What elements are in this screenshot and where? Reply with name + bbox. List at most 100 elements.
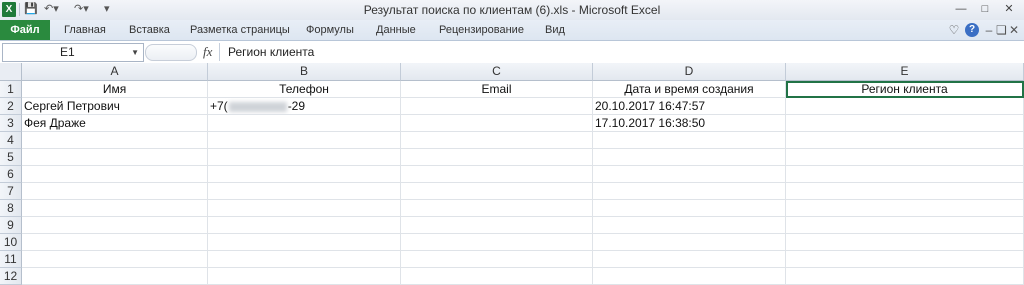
empty-cell[interactable] xyxy=(593,166,786,183)
cell-d1[interactable]: Дата и время создания xyxy=(593,81,786,98)
column-header-b[interactable]: B xyxy=(208,63,401,81)
empty-cell[interactable] xyxy=(208,183,401,200)
empty-cell[interactable] xyxy=(401,166,593,183)
empty-cell[interactable] xyxy=(22,149,208,166)
cell-e3[interactable] xyxy=(786,115,1024,132)
formula-input[interactable]: Регион клиента xyxy=(228,45,314,59)
row-header-4[interactable]: 4 xyxy=(0,132,22,149)
tab-view[interactable]: Вид xyxy=(545,20,565,40)
empty-cell[interactable] xyxy=(593,217,786,234)
empty-cell[interactable] xyxy=(401,217,593,234)
row-header-10[interactable]: 10 xyxy=(0,234,22,251)
empty-cell[interactable] xyxy=(22,166,208,183)
window-restore-icon[interactable]: ❏ xyxy=(996,22,1007,38)
help-icon[interactable]: ? xyxy=(965,23,979,37)
empty-cell[interactable] xyxy=(208,251,401,268)
column-header-e[interactable]: E xyxy=(786,63,1024,81)
row-header-7[interactable]: 7 xyxy=(0,183,22,200)
cell-c1[interactable]: Email xyxy=(401,81,593,98)
empty-cell[interactable] xyxy=(593,183,786,200)
empty-cell[interactable] xyxy=(786,234,1024,251)
empty-cell[interactable] xyxy=(208,268,401,285)
row-header-11[interactable]: 11 xyxy=(0,251,22,268)
column-header-a[interactable]: A xyxy=(22,63,208,81)
chevron-down-icon[interactable]: ▼ xyxy=(131,44,139,61)
cell-b3[interactable] xyxy=(208,115,401,132)
empty-cell[interactable] xyxy=(786,132,1024,149)
insert-function-icon[interactable]: fx xyxy=(203,44,212,60)
close-icon[interactable]: ✕ xyxy=(998,0,1020,18)
cell-a2[interactable]: Сергей Петрович xyxy=(22,98,208,115)
cell-e2[interactable] xyxy=(786,98,1024,115)
ribbon-minimize-icon[interactable]: ♡ xyxy=(948,22,960,38)
tab-home[interactable]: Главная xyxy=(64,20,106,40)
empty-cell[interactable] xyxy=(22,200,208,217)
empty-cell[interactable] xyxy=(208,234,401,251)
window-title: Результат поиска по клиентам (6).xls - M… xyxy=(363,3,661,17)
cell-b2[interactable]: +7(-29 xyxy=(208,98,401,115)
cell-b1[interactable]: Телефон xyxy=(208,81,401,98)
empty-cell[interactable] xyxy=(786,217,1024,234)
cell-e1[interactable]: Регион клиента xyxy=(786,81,1024,98)
tab-page-layout[interactable]: Разметка страницы xyxy=(190,20,290,40)
empty-cell[interactable] xyxy=(593,268,786,285)
empty-cell[interactable] xyxy=(208,217,401,234)
empty-cell[interactable] xyxy=(593,132,786,149)
select-all-corner[interactable] xyxy=(0,63,22,81)
empty-cell[interactable] xyxy=(22,217,208,234)
formula-bar-handle[interactable] xyxy=(145,44,197,61)
empty-cell[interactable] xyxy=(208,149,401,166)
maximize-icon[interactable]: □ xyxy=(974,0,996,18)
cell-a1[interactable]: Имя xyxy=(22,81,208,98)
column-header-d[interactable]: D xyxy=(593,63,786,81)
empty-cell[interactable] xyxy=(22,132,208,149)
name-box[interactable]: E1 ▼ xyxy=(2,43,144,62)
empty-cell[interactable] xyxy=(786,166,1024,183)
empty-cell[interactable] xyxy=(401,149,593,166)
tab-data[interactable]: Данные xyxy=(376,20,416,40)
row-header-1[interactable]: 1 xyxy=(0,81,22,98)
row-header-6[interactable]: 6 xyxy=(0,166,22,183)
column-header-c[interactable]: C xyxy=(401,63,593,81)
cell-d2[interactable]: 20.10.2017 16:47:57 xyxy=(593,98,786,115)
empty-cell[interactable] xyxy=(22,183,208,200)
empty-cell[interactable] xyxy=(208,132,401,149)
cell-c2[interactable] xyxy=(401,98,593,115)
empty-cell[interactable] xyxy=(786,251,1024,268)
empty-cell[interactable] xyxy=(401,234,593,251)
tab-review[interactable]: Рецензирование xyxy=(439,20,524,40)
tab-insert[interactable]: Вставка xyxy=(129,20,170,40)
empty-cell[interactable] xyxy=(786,183,1024,200)
row-header-12[interactable]: 12 xyxy=(0,268,22,285)
tab-formulas[interactable]: Формулы xyxy=(306,20,354,40)
empty-cell[interactable] xyxy=(22,268,208,285)
empty-cell[interactable] xyxy=(401,268,593,285)
empty-cell[interactable] xyxy=(593,149,786,166)
cell-a3[interactable]: Фея Драже xyxy=(22,115,208,132)
empty-cell[interactable] xyxy=(593,200,786,217)
row-header-3[interactable]: 3 xyxy=(0,115,22,132)
empty-cell[interactable] xyxy=(401,251,593,268)
cell-d3[interactable]: 17.10.2017 16:38:50 xyxy=(593,115,786,132)
row-header-5[interactable]: 5 xyxy=(0,149,22,166)
window-minimize-icon[interactable]: – xyxy=(984,22,994,38)
empty-cell[interactable] xyxy=(401,200,593,217)
empty-cell[interactable] xyxy=(593,251,786,268)
minimize-icon[interactable]: — xyxy=(950,0,972,18)
tab-file[interactable]: Файл xyxy=(0,20,50,40)
empty-cell[interactable] xyxy=(786,149,1024,166)
row-header-9[interactable]: 9 xyxy=(0,217,22,234)
empty-cell[interactable] xyxy=(401,183,593,200)
empty-cell[interactable] xyxy=(786,268,1024,285)
cell-c3[interactable] xyxy=(401,115,593,132)
window-close-icon[interactable]: ✕ xyxy=(1009,22,1019,38)
empty-cell[interactable] xyxy=(22,251,208,268)
row-header-8[interactable]: 8 xyxy=(0,200,22,217)
empty-cell[interactable] xyxy=(786,200,1024,217)
empty-cell[interactable] xyxy=(593,234,786,251)
empty-cell[interactable] xyxy=(22,234,208,251)
empty-cell[interactable] xyxy=(208,166,401,183)
empty-cell[interactable] xyxy=(208,200,401,217)
empty-cell[interactable] xyxy=(401,132,593,149)
row-header-2[interactable]: 2 xyxy=(0,98,22,115)
